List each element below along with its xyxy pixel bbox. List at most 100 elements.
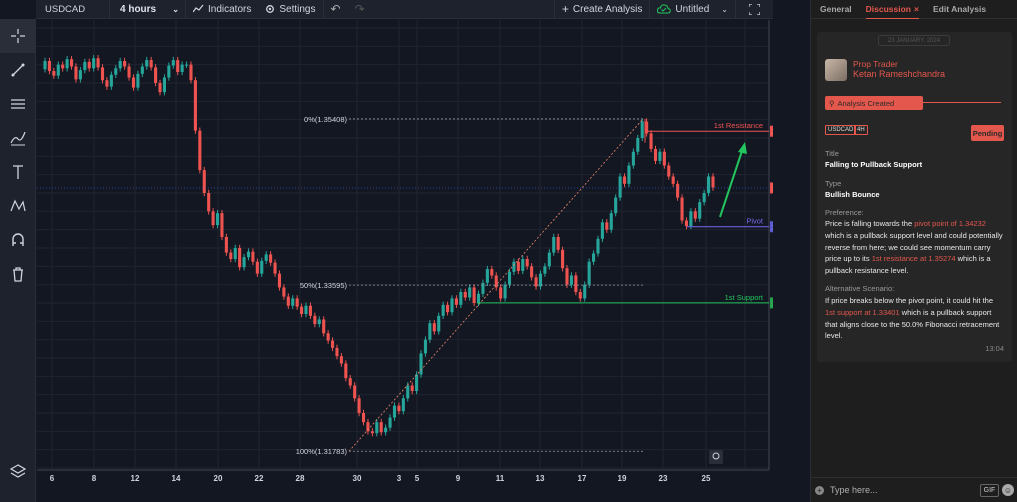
- brush-tool[interactable]: [0, 121, 36, 155]
- candle-body: [136, 73, 140, 88]
- candle-body: [123, 61, 127, 67]
- fib-level-label: 0%(1.35408): [304, 115, 347, 124]
- candle-body: [353, 385, 357, 399]
- indicators-icon: [193, 4, 204, 13]
- time-tick-label: 25: [702, 474, 711, 483]
- candle-body: [437, 315, 441, 332]
- candle-body: [379, 422, 383, 433]
- indicators-button[interactable]: Indicators: [186, 0, 258, 19]
- candle-body: [100, 67, 105, 81]
- candle-body: [291, 298, 295, 306]
- candle-body: [251, 251, 255, 262]
- candle-body: [215, 213, 220, 226]
- type-label: Type: [825, 179, 842, 188]
- candle-body: [596, 238, 600, 254]
- candle-body: [574, 275, 578, 292]
- candle-body: [198, 130, 202, 171]
- redo-button[interactable]: ↷: [348, 0, 372, 19]
- candle-body: [344, 363, 348, 379]
- candle-body: [446, 304, 450, 313]
- alternative-text: If price breaks below the pivot point, i…: [825, 295, 1005, 342]
- layout-save-button[interactable]: Untitled ⌄: [650, 0, 735, 19]
- close-icon[interactable]: ×: [914, 4, 919, 14]
- indicators-label: Indicators: [208, 3, 252, 15]
- candle-body: [707, 176, 711, 193]
- time-tick-label: 20: [214, 474, 223, 483]
- crosshair-tool[interactable]: [0, 19, 36, 53]
- alternative-label: Alternative Scenario:: [825, 284, 895, 293]
- candle-body: [428, 323, 432, 340]
- create-analysis-button[interactable]: + Create Analysis: [555, 0, 650, 19]
- candle-body: [326, 333, 330, 341]
- tab-edit-analysis[interactable]: Edit Analysis: [933, 0, 986, 19]
- horizontal-lines-icon: [11, 99, 25, 109]
- author-name: Ketan Rameshchandra: [853, 69, 946, 79]
- candle-body: [193, 80, 197, 131]
- candle-body: [521, 259, 525, 271]
- lightbulb-icon: [709, 450, 723, 464]
- magnet-tool[interactable]: [0, 223, 36, 257]
- trend-line-tool[interactable]: [0, 53, 36, 87]
- fib-level-label: 100%(1.31783): [296, 447, 348, 456]
- candle-body: [269, 254, 273, 263]
- candle-body: [609, 213, 613, 230]
- time-tick-label: 23: [659, 474, 668, 483]
- status-event-badge: ⚲ Analysis Created: [825, 96, 923, 110]
- crosshair-icon: [11, 29, 25, 43]
- undo-button[interactable]: ↶: [324, 0, 348, 19]
- candle-body: [384, 427, 388, 433]
- message-composer: + Type here... GIF ☺: [811, 477, 1017, 502]
- candle-body: [185, 64, 189, 66]
- candle-body: [485, 269, 489, 283]
- settings-button[interactable]: Settings: [258, 0, 322, 19]
- candle-body: [600, 222, 604, 239]
- candle-body: [454, 298, 458, 305]
- interval-selector[interactable]: 4 hours ⌄: [110, 0, 186, 19]
- chart-canvas[interactable]: 1.364001.362001.360001.358001.356001.354…: [37, 20, 773, 490]
- candle-body: [304, 305, 308, 314]
- attach-plus-icon[interactable]: +: [815, 485, 824, 495]
- candle-body: [592, 253, 596, 262]
- toolbar-right: + Create Analysis Untitled ⌄: [553, 0, 773, 19]
- pattern-tool[interactable]: [0, 189, 36, 223]
- layout-name: Untitled: [675, 3, 710, 15]
- price-tag-label: 1.34232: [772, 223, 773, 232]
- price-chart[interactable]: 1.364001.362001.360001.358001.356001.354…: [37, 20, 773, 490]
- candle-body: [468, 287, 472, 298]
- candle-body: [255, 261, 259, 274]
- layers-tool[interactable]: [0, 454, 36, 488]
- time-tick-label: 5: [415, 474, 420, 483]
- top-toolbar: USDCAD 4 hours ⌄ Indicators Settings ↶ ↷…: [36, 0, 773, 19]
- time-tick-label: 13: [536, 474, 545, 483]
- pattern-icon: [10, 199, 26, 212]
- candle-body: [689, 211, 693, 226]
- candle-body: [556, 237, 560, 250]
- app-window: USDCAD 4 hours ⌄ Indicators Settings ↶ ↷…: [0, 0, 1017, 502]
- candle-body: [432, 323, 436, 332]
- emoji-icon[interactable]: ☺: [1002, 484, 1014, 496]
- candle-body: [698, 202, 702, 219]
- horizontal-lines-tool[interactable]: [0, 87, 36, 121]
- candle-body: [339, 356, 343, 364]
- candle-body: [583, 284, 587, 299]
- candle-body: [171, 60, 175, 66]
- remove-drawings-tool[interactable]: [0, 257, 36, 291]
- analysis-title: Falling to Pullback Support: [825, 160, 923, 169]
- preference-label: Preference:: [825, 208, 864, 217]
- analysis-type: Bullish Bounce: [825, 190, 880, 199]
- candle-body: [525, 259, 529, 267]
- key-level-label: Pivot: [746, 217, 764, 226]
- price-tag-label: 1.33401: [772, 299, 773, 308]
- tab-general[interactable]: General: [820, 0, 852, 19]
- message-input[interactable]: Type here...: [830, 485, 980, 495]
- symbol-selector[interactable]: USDCAD: [36, 0, 110, 19]
- text-tool[interactable]: [0, 155, 36, 189]
- candle-body: [419, 353, 423, 375]
- candle-body: [658, 151, 662, 161]
- candle-body: [158, 83, 162, 93]
- tab-discussion[interactable]: Discussion ×: [865, 0, 919, 19]
- candle-body: [702, 193, 706, 203]
- gif-button[interactable]: GIF: [980, 483, 999, 497]
- candle-body: [622, 176, 627, 184]
- fullscreen-button[interactable]: [736, 0, 773, 19]
